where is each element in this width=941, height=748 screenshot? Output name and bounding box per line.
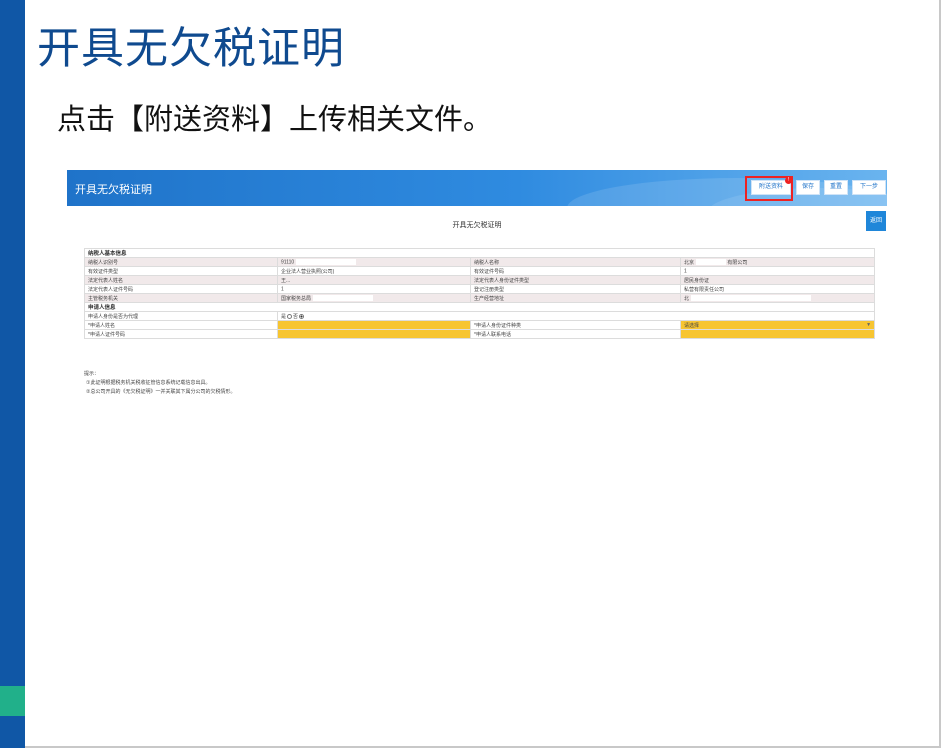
table-row: 法定代表人证件号码 1 登记注册类型 私营有限责任公司 xyxy=(84,284,876,294)
table-row: 主管税务机关 国家税务总局 生产经营地址 北 xyxy=(84,293,876,303)
field-label: *申请人姓名 xyxy=(84,320,278,330)
field-label: 纳税人识别号 xyxy=(84,257,278,267)
field-value: 北京 有限公司 xyxy=(679,257,876,267)
form-title: 开具无欠税证明 xyxy=(452,222,502,229)
applicant-id-number-input[interactable] xyxy=(277,329,471,339)
masked-value xyxy=(688,267,749,274)
slide-title: 开具无欠税证明 xyxy=(37,24,345,74)
agent-yes-label: 是 xyxy=(281,313,287,320)
table-row: 申请人身份是否为代理 是否 xyxy=(84,311,876,321)
reset-button[interactable]: 重置 xyxy=(824,180,848,195)
field-label: 纳税人名称 xyxy=(470,257,681,267)
agent-question-label: 申请人身份是否为代理 xyxy=(84,311,278,321)
field-label: 有效证件类型 xyxy=(84,266,278,276)
notes-block: 提示： ①此证明根据税务机关税收征管信息系统记载信息出具。 ②总公司开具的《无欠… xyxy=(84,370,236,397)
field-label: 法定代表人姓名 xyxy=(84,275,278,285)
field-label: 法定代表人身份证件类型 xyxy=(470,275,681,285)
field-value: 北 xyxy=(679,293,876,303)
table-row: 纳税人识别号 91110 纳税人名称 北京 有限公司 xyxy=(84,257,876,267)
masked-value xyxy=(696,259,727,266)
masked-value xyxy=(296,258,357,265)
app-header: 开具无欠税证明 附送资料 保存 重置 下一步 ! xyxy=(67,170,887,206)
field-label: *申请人身份证件种类 xyxy=(470,320,681,330)
masked-value xyxy=(285,285,346,292)
table-row: 法定代表人姓名 王... 法定代表人身份证件类型 居民身份证 xyxy=(84,275,876,285)
chevron-down-icon: ▼ xyxy=(866,321,872,328)
id-type-select[interactable]: 请选择 ▼ xyxy=(679,320,876,330)
field-value: 企业法人营业执照(公司) xyxy=(277,266,471,276)
note-item: ①此证明根据税务机关税收征管信息系统记载信息出具。 xyxy=(86,380,211,386)
table-row: *申请人证件号码 *申请人联系电话 xyxy=(84,329,876,339)
section-applicant-info: 申请人信息 xyxy=(83,302,876,312)
app-header-title: 开具无欠税证明 xyxy=(75,184,152,196)
field-value: 私营有限责任公司 xyxy=(679,284,876,294)
next-step-button[interactable]: 下一步 xyxy=(852,180,886,195)
field-value: 1 xyxy=(679,266,876,276)
app-screenshot: 开具无欠税证明 附送资料 保存 重置 下一步 ! 返回 开具无欠税证明 纳税人基… xyxy=(67,170,887,410)
field-label: *申请人联系电话 xyxy=(470,329,681,339)
alert-badge-icon: ! xyxy=(785,177,792,184)
field-label: *申请人证件号码 xyxy=(84,329,278,339)
field-label: 生产经营地址 xyxy=(470,293,681,303)
field-label: 登记注册类型 xyxy=(470,284,681,294)
agent-yes-radio[interactable] xyxy=(287,313,293,319)
applicant-name-input[interactable] xyxy=(277,320,471,330)
agent-no-label: 否 xyxy=(293,313,299,320)
field-value: 王... xyxy=(277,275,471,285)
field-label: 法定代表人证件号码 xyxy=(84,284,278,294)
note-item: ②总公司开具的《无欠税证明》一并关联其下属分公司的欠税情形。 xyxy=(86,389,236,395)
agent-no-radio[interactable] xyxy=(299,313,305,319)
field-value: 91110 xyxy=(277,257,471,267)
field-value: 国家税务总局 xyxy=(277,293,471,303)
certificate-form-table: 纳税人基本信息 纳税人识别号 91110 纳税人名称 北京 有限公司 有效证件类… xyxy=(83,248,876,339)
field-label: 主管税务机关 xyxy=(84,293,278,303)
field-value: 居民身份证 xyxy=(679,275,876,285)
notes-title: 提示： xyxy=(84,371,100,377)
slide-side-bar xyxy=(0,0,25,748)
table-row: 有效证件类型 企业法人营业执照(公司) 有效证件号码 1 xyxy=(84,266,876,276)
masked-value xyxy=(691,295,812,302)
table-row: *申请人姓名 *申请人身份证件种类 请选择 ▼ xyxy=(84,320,876,330)
slide-subtitle: 点击【附送资料】上传相关文件。 xyxy=(57,102,493,136)
agent-radio-group: 是否 xyxy=(276,311,876,321)
slide-side-accent xyxy=(0,686,25,716)
save-button[interactable]: 保存 xyxy=(796,180,820,195)
applicant-phone-input[interactable] xyxy=(679,329,876,339)
field-label: 有效证件号码 xyxy=(470,266,681,276)
masked-value xyxy=(313,295,374,302)
field-value: 1 xyxy=(277,284,471,294)
section-taxpayer-info: 纳税人基本信息 xyxy=(83,248,876,258)
